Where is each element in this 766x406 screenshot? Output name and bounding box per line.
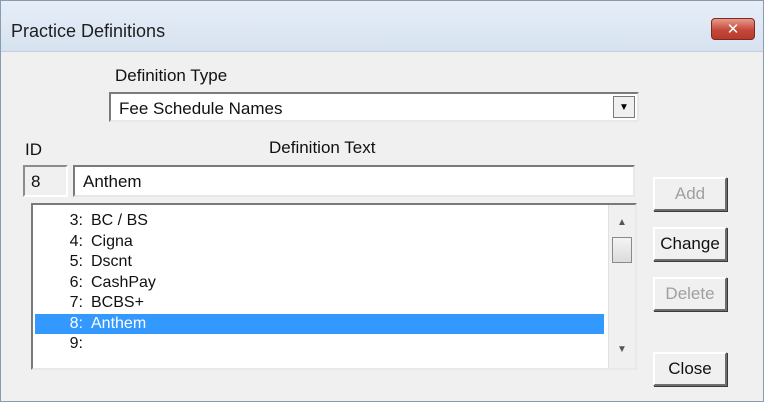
list-item-number: 9:	[69, 335, 83, 352]
practice-definitions-window: Practice Definitions ✕ Definition Type F…	[0, 0, 764, 402]
change-button[interactable]: Change	[653, 227, 727, 261]
list-scrollbar[interactable]: ▲ ▼	[608, 205, 635, 368]
chevron-down-icon: ▼	[619, 101, 629, 113]
list-item-text: BCBS+	[91, 294, 144, 311]
definition-type-value: Fee Schedule Names	[119, 99, 283, 118]
list-item[interactable]: 6: CashPay	[35, 273, 604, 293]
list-item-text: Cigna	[91, 232, 133, 250]
delete-button[interactable]: Delete	[653, 277, 727, 311]
definitions-listbox[interactable]: 3: BC / BS 4: Cigna 5: Dscnt 6: CashPay 7: BCBS+ 8…	[31, 203, 637, 370]
close-button[interactable]: Close	[653, 352, 727, 386]
list-item-number: 3:	[69, 212, 83, 229]
close-window-button[interactable]: ✕	[711, 18, 755, 40]
definition-text-input[interactable]: Anthem	[73, 165, 635, 197]
definition-type-dropdown[interactable]: Fee Schedule Names ▼	[109, 92, 639, 122]
dropdown-arrow-button[interactable]: ▼	[613, 96, 635, 118]
list-item-number: 6:	[69, 273, 83, 291]
scroll-thumb[interactable]	[612, 237, 632, 263]
id-label: ID	[25, 140, 42, 159]
list-item-number: 5:	[69, 253, 83, 270]
id-field: 8	[23, 165, 68, 197]
dialog-body: Definition Type Fee Schedule Names ▼ ID …	[1, 52, 763, 401]
add-button[interactable]: Add	[653, 177, 727, 211]
chevron-up-icon: ▲	[617, 217, 627, 228]
list-item[interactable]: 8: Anthem	[35, 313, 604, 334]
list-item-text: BC / BS	[91, 212, 148, 229]
definition-text-value: Anthem	[83, 172, 142, 191]
list-item-text: Dscnt	[91, 253, 132, 270]
list-item-number: 7:	[69, 294, 83, 311]
close-icon: ✕	[726, 21, 740, 38]
list-item[interactable]: 3: BC / BS	[35, 211, 604, 231]
window-title: Practice Definitions	[11, 21, 166, 41]
definition-type-label: Definition Type	[115, 66, 228, 85]
chevron-down-icon: ▼	[617, 344, 627, 355]
list-item-text: Anthem	[91, 314, 147, 332]
title-bar[interactable]: Practice Definitions ✕	[1, 1, 763, 52]
list-item[interactable]: 4: Cigna	[35, 232, 604, 252]
scroll-down-button[interactable]: ▼	[609, 340, 635, 360]
list-item-number: 8:	[69, 314, 83, 332]
list-item-text: CashPay	[91, 273, 156, 291]
definition-text-label: Definition Text	[269, 138, 376, 157]
list-item[interactable]: 5: Dscnt	[35, 252, 604, 272]
list-item[interactable]: 9:	[35, 334, 604, 354]
list-item[interactable]: 7: BCBS+	[35, 293, 604, 313]
scroll-up-button[interactable]: ▲	[609, 213, 635, 233]
list-item-number: 4:	[69, 232, 83, 250]
